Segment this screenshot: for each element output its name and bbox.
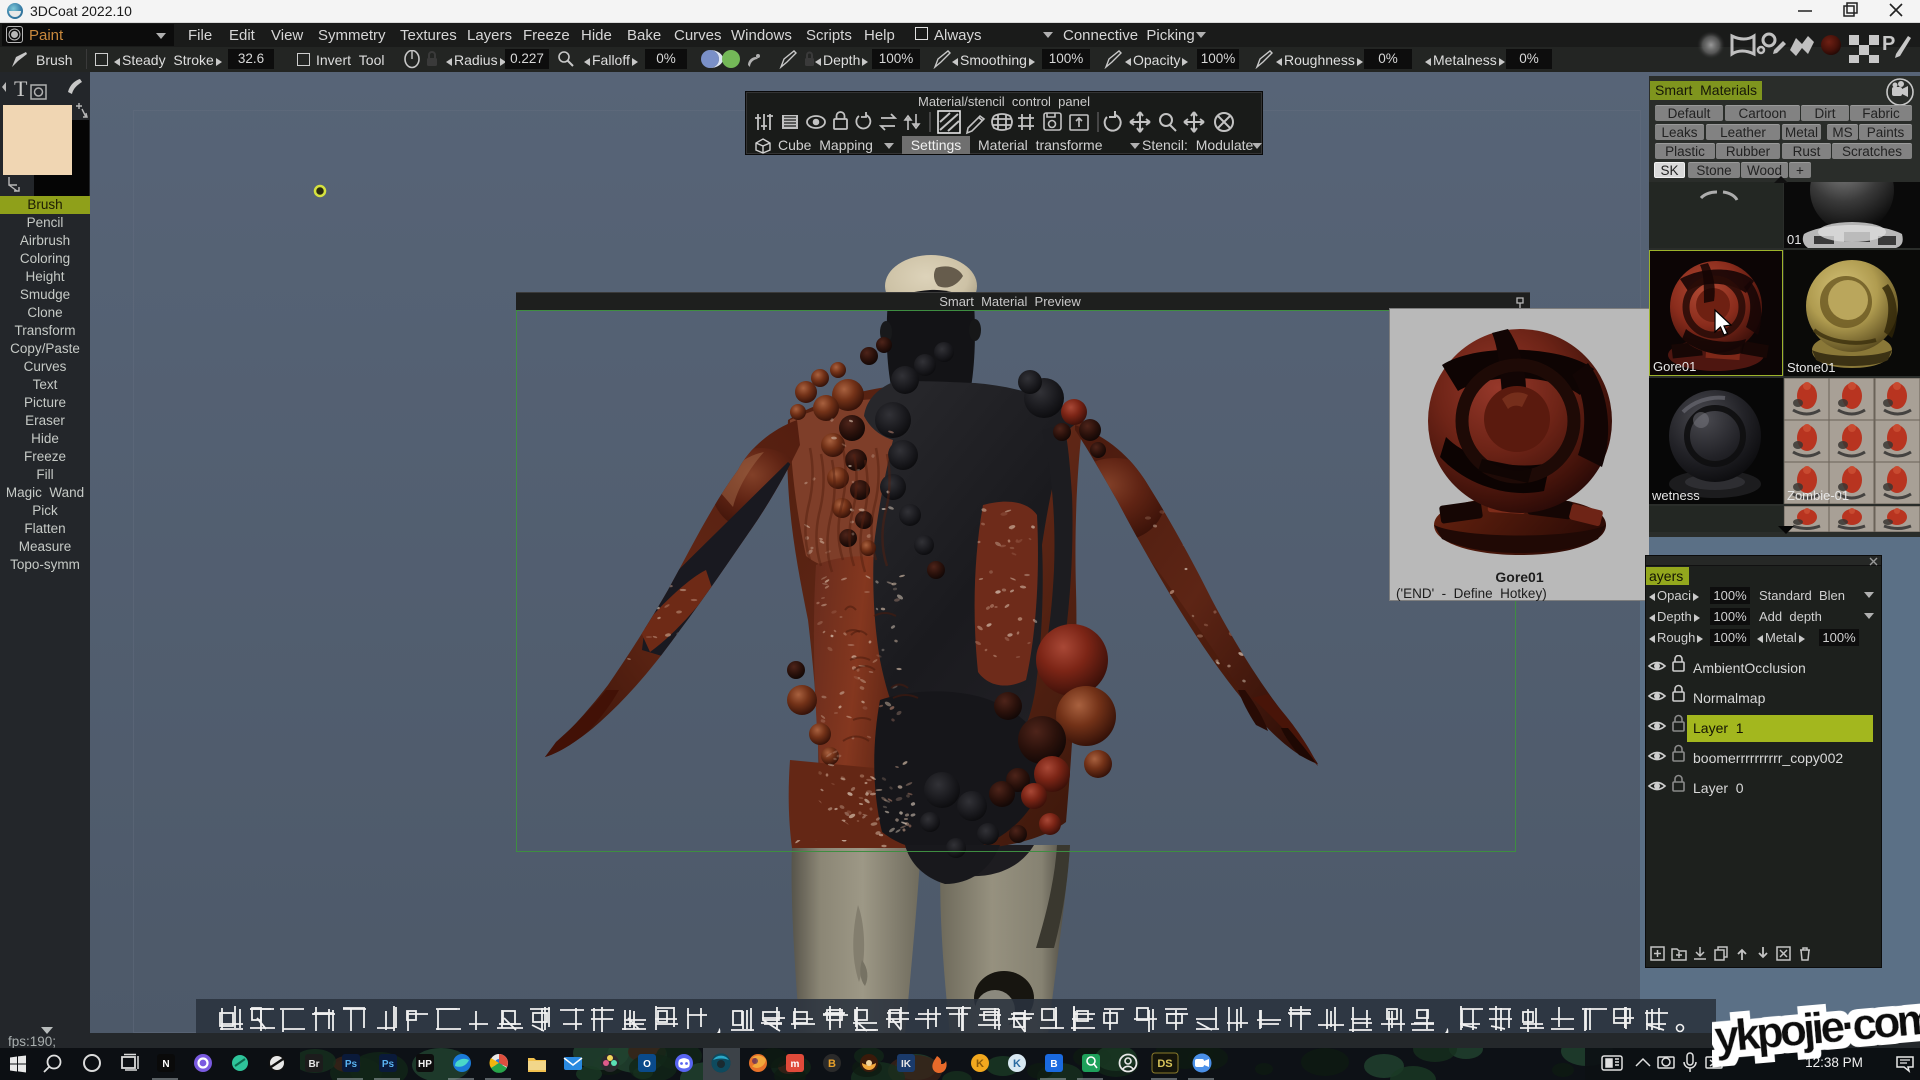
svg-text:P: P	[1882, 33, 1895, 55]
svg-text:m: m	[791, 1059, 800, 1070]
svg-text:ykpojie·com: ykpojie·com	[1713, 994, 1920, 1062]
svg-text:B: B	[1050, 1059, 1057, 1070]
svg-text:Br: Br	[308, 1059, 319, 1070]
svg-text:IK: IK	[901, 1059, 912, 1070]
svg-text:Ps: Ps	[345, 1059, 358, 1070]
svg-text:Ps: Ps	[382, 1059, 395, 1070]
svg-text:T: T	[14, 76, 28, 101]
svg-text:K: K	[1013, 1058, 1021, 1070]
svg-text:B: B	[828, 1058, 836, 1070]
svg-text:N: N	[162, 1059, 169, 1070]
svg-text:K: K	[976, 1058, 984, 1070]
svg-text:DS: DS	[1157, 1058, 1172, 1070]
svg-text:O: O	[643, 1059, 651, 1070]
svg-text:HP: HP	[418, 1059, 432, 1070]
